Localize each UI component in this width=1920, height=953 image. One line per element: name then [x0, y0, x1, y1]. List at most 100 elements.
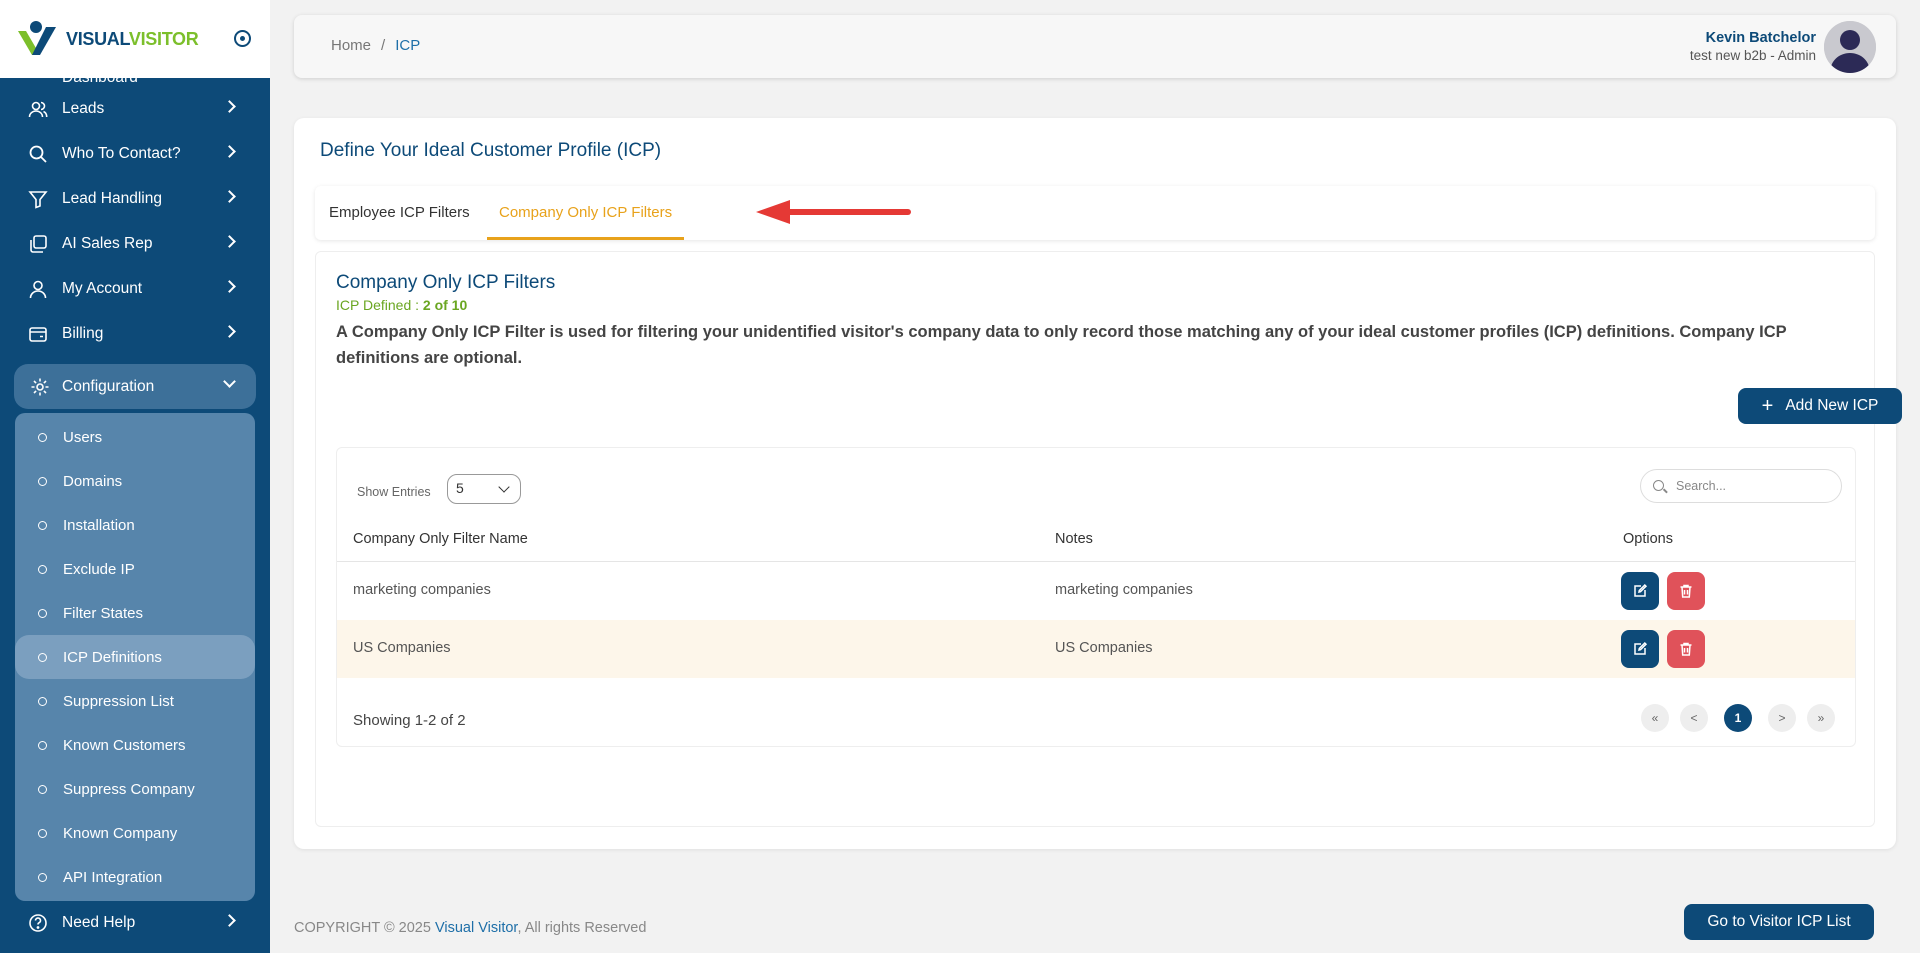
sidebar-collapse-icon[interactable]: [234, 30, 251, 47]
breadcrumb-separator: /: [381, 37, 386, 54]
chevron-right-icon: [223, 145, 236, 158]
tab-employee-icp-filters[interactable]: Employee ICP Filters: [317, 186, 482, 240]
footer-brand-link[interactable]: Visual Visitor: [435, 920, 517, 936]
column-header-options: Options: [1623, 531, 1673, 547]
sidebar-subitem-known-company[interactable]: Known Company: [15, 811, 255, 855]
footer: COPYRIGHT © 2025 Visual Visitor, All rig…: [294, 920, 646, 936]
breadcrumb-current: ICP: [395, 37, 421, 54]
sidebar-subitem-known-customers[interactable]: Known Customers: [15, 723, 255, 767]
sidebar-item-label: Dashboard: [62, 69, 138, 86]
add-new-icp-label: Add New ICP: [1785, 397, 1879, 414]
panel-description: A Company Only ICP Filter is used for fi…: [336, 323, 1787, 367]
subitem-label: Exclude IP: [63, 560, 135, 578]
icp-defined-value: 2 of 10: [422, 297, 468, 313]
sidebar-item-label: Lead Handling: [62, 189, 162, 207]
delete-button[interactable]: [1667, 630, 1705, 668]
sidebar: VISUALVISITOR Dashboard Leads Who To Con…: [0, 0, 270, 953]
page-title: Define Your Ideal Customer Profile (ICP): [320, 140, 662, 161]
sidebar-item-label: Leads: [62, 99, 105, 117]
sidebar-subitem-suppression-list[interactable]: Suppression List: [15, 679, 255, 723]
sidebar-subitem-filter-states[interactable]: Filter States: [15, 591, 255, 635]
show-entries-label: Show Entries: [357, 485, 431, 499]
wallet-icon: [29, 327, 47, 342]
icp-table: Show Entries 5 Search... Company Only Fi…: [336, 447, 1856, 747]
sidebar-subitem-installation[interactable]: Installation: [15, 503, 255, 547]
brand-bar: VISUALVISITOR: [0, 0, 270, 78]
edit-button[interactable]: [1621, 630, 1659, 668]
gear-icon: [31, 378, 49, 396]
subitem-label: Filter States: [63, 604, 144, 622]
sidebar-item-need-help[interactable]: Need Help: [0, 900, 270, 945]
brand-name[interactable]: VISUALVISITOR: [66, 29, 199, 50]
user-role: test new b2b - Admin: [1689, 48, 1816, 63]
icp-defined-label: ICP Defined :: [336, 297, 423, 313]
breadcrumb: Home / ICP: [331, 37, 420, 54]
edit-icon: [1634, 641, 1648, 655]
edit-button[interactable]: [1621, 572, 1659, 610]
user-info[interactable]: Kevin Batchelor test new b2b - Admin: [1690, 30, 1816, 63]
entries-select[interactable]: 5: [447, 474, 521, 504]
chevron-down-icon: [223, 375, 236, 388]
row-notes: marketing companies: [1055, 582, 1193, 598]
sidebar-item-label: My Account: [62, 279, 143, 297]
pager-next[interactable]: >: [1768, 704, 1796, 732]
icp-card: Define Your Ideal Customer Profile (ICP)…: [294, 118, 1902, 940]
chevron-down-icon: [498, 481, 510, 493]
sidebar-item-label: AI Sales Rep: [62, 234, 153, 252]
chevron-right-icon: [223, 190, 236, 203]
pager-prev[interactable]: <: [1680, 704, 1708, 732]
breadcrumb-home[interactable]: Home: [331, 37, 371, 54]
search-icon: [1653, 480, 1664, 491]
help-icon: [29, 914, 47, 932]
search-input[interactable]: Search...: [1640, 469, 1842, 503]
table-row: US Companies US Companies: [337, 620, 1855, 678]
sidebar-nav: Dashboard Leads Who To Contact? Lead Han…: [0, 68, 270, 901]
user-icon: [29, 280, 47, 299]
sidebar-item-ai-sales-rep[interactable]: AI Sales Rep: [0, 221, 270, 266]
sidebar-item-my-account[interactable]: My Account: [0, 266, 270, 311]
sidebar-subitem-users[interactable]: Users: [15, 415, 255, 459]
sidebar-help-section: Need Help: [0, 900, 270, 945]
filter-icon: [28, 191, 48, 209]
column-header-notes[interactable]: Notes: [1055, 531, 1093, 547]
pager-page-1[interactable]: 1: [1724, 704, 1752, 732]
sidebar-item-dashboard[interactable]: Dashboard: [0, 68, 270, 86]
sidebar-item-who-to-contact[interactable]: Who To Contact?: [0, 131, 270, 176]
sidebar-item-label: Who To Contact?: [62, 144, 181, 162]
subitem-label: Installation: [63, 516, 135, 534]
chevron-right-icon: [223, 235, 236, 248]
subitem-label: Suppress Company: [63, 780, 195, 798]
search-icon: [29, 145, 47, 163]
tab-company-only-icp-filters[interactable]: Company Only ICP Filters: [487, 186, 685, 240]
avatar[interactable]: [1824, 21, 1876, 73]
showing-count: Showing 1-2 of 2: [353, 712, 466, 729]
go-to-visitor-icp-list-button[interactable]: Go to Visitor ICP List: [1684, 904, 1874, 940]
delete-button[interactable]: [1667, 572, 1705, 610]
plus-icon: +: [1761, 395, 1774, 417]
pager-last[interactable]: »: [1807, 704, 1835, 732]
user-avatar-icon: [1824, 21, 1876, 73]
configuration-submenu: Users Domains Installation Exclude IP Fi…: [15, 413, 255, 901]
column-header-filter-name[interactable]: Company Only Filter Name: [353, 531, 528, 547]
sidebar-item-lead-handling[interactable]: Lead Handling: [0, 176, 270, 221]
add-new-icp-button[interactable]: + Add New ICP: [1738, 388, 1902, 424]
pager-first[interactable]: «: [1641, 704, 1669, 732]
icp-defined-count: ICP Defined : 2 of 10: [336, 297, 467, 313]
sidebar-item-configuration[interactable]: Configuration: [14, 364, 256, 409]
sidebar-subitem-exclude-ip[interactable]: Exclude IP: [15, 547, 255, 591]
icp-tabs: Employee ICP Filters Company Only ICP Fi…: [315, 186, 1875, 240]
sidebar-subitem-suppress-company[interactable]: Suppress Company: [15, 767, 255, 811]
sidebar-subitem-domains[interactable]: Domains: [15, 459, 255, 503]
trash-icon: [1680, 584, 1692, 598]
users-icon: [28, 101, 48, 118]
row-notes: US Companies: [1055, 640, 1153, 656]
sidebar-item-billing[interactable]: Billing: [0, 311, 270, 356]
subitem-label: Suppression List: [63, 692, 174, 710]
chevron-right-icon: [223, 280, 236, 293]
sidebar-item-leads[interactable]: Leads: [0, 86, 270, 131]
entries-value: 5: [456, 480, 464, 496]
chevron-right-icon: [223, 100, 236, 113]
row-filter-name: US Companies: [353, 640, 451, 656]
sidebar-subitem-icp-definitions[interactable]: ICP Definitions: [15, 635, 255, 679]
sidebar-subitem-api-integration[interactable]: API Integration: [15, 855, 255, 899]
